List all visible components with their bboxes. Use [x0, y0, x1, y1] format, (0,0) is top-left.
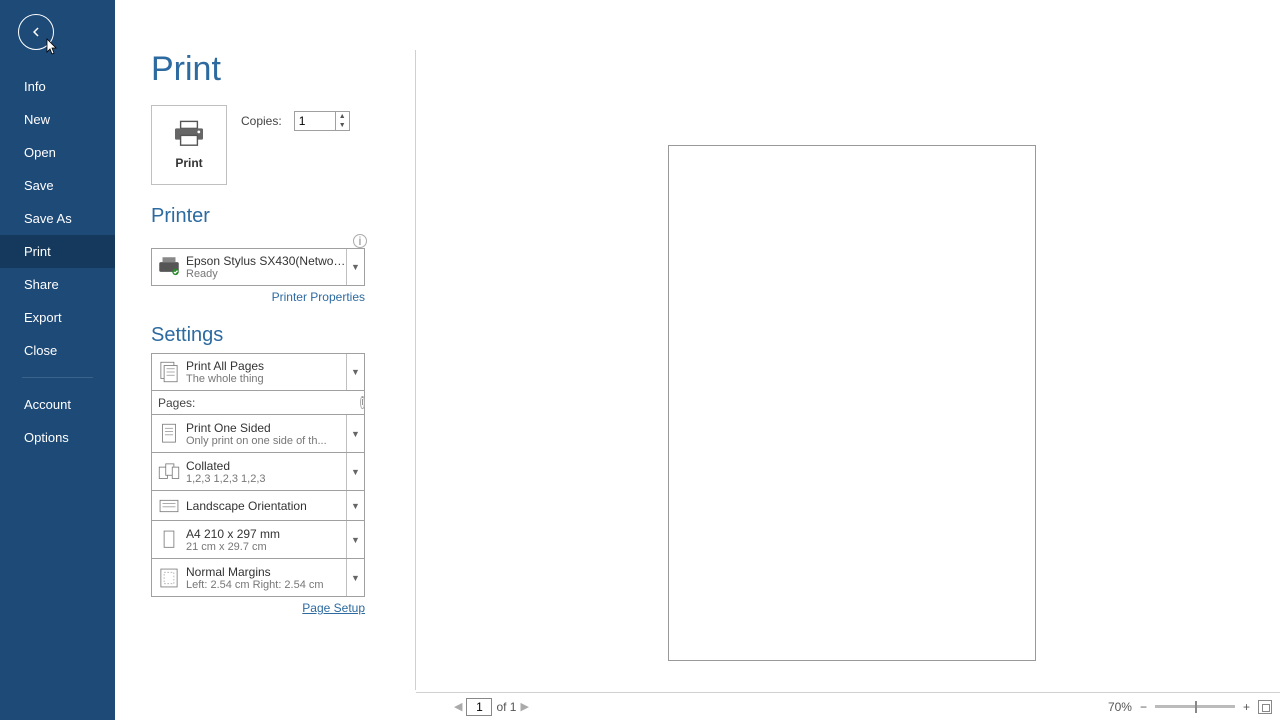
chevron-down-icon: ▼ [346, 559, 364, 596]
print-panel: Print Print Copies: ▲ ▼ Printer i [115, 0, 415, 720]
orientation-dropdown[interactable]: Landscape Orientation ▼ [151, 491, 365, 521]
zoom-value: 70% [1108, 700, 1132, 714]
page-icon [152, 527, 186, 553]
page-total: of 1 [496, 700, 516, 714]
page-heading: Print [151, 50, 415, 89]
chevron-down-icon: ▼ [346, 249, 364, 285]
print-range-dropdown[interactable]: Print All Pages The whole thing ▼ [151, 353, 365, 391]
preview-pane [416, 0, 1280, 690]
pages-row: Pages: i [151, 391, 365, 415]
margins-sub: Left: 2.54 cm Right: 2.54 cm [186, 579, 346, 591]
printer-icon [172, 120, 206, 148]
chevron-down-icon: ▼ [346, 354, 364, 390]
printer-info-icon[interactable]: i [353, 234, 367, 248]
chevron-down-icon: ▼ [346, 521, 364, 558]
print-range-title: Print All Pages [186, 359, 346, 373]
sheet-icon [152, 421, 186, 447]
collate-title: Collated [186, 459, 346, 473]
printer-properties-link[interactable]: Printer Properties [272, 290, 365, 304]
orientation-title: Landscape Orientation [186, 499, 346, 513]
prev-page-button[interactable]: ◀ [454, 700, 462, 713]
copies-label: Copies: [241, 114, 282, 128]
collate-icon [152, 459, 186, 485]
sidebar-item-new[interactable]: New [0, 103, 115, 136]
sides-sub: Only print on one side of th... [186, 435, 346, 447]
zoom-in-button[interactable]: + [1243, 700, 1250, 714]
print-range-sub: The whole thing [186, 373, 346, 385]
copies-spinner[interactable]: ▲ ▼ [294, 111, 350, 131]
sidebar-separator [22, 377, 93, 378]
next-page-button[interactable]: ▶ [520, 700, 528, 713]
margins-title: Normal Margins [186, 565, 346, 579]
chevron-down-icon: ▼ [346, 415, 364, 452]
copies-down[interactable]: ▼ [336, 121, 349, 130]
paper-size-sub: 21 cm x 29.7 cm [186, 541, 346, 553]
collate-dropdown[interactable]: Collated 1,2,3 1,2,3 1,2,3 ▼ [151, 453, 365, 491]
fit-page-button[interactable] [1258, 700, 1272, 714]
margins-dropdown[interactable]: Normal Margins Left: 2.54 cm Right: 2.54… [151, 559, 365, 597]
backstage-sidebar: Info New Open Save Save As Print Share E… [0, 0, 115, 720]
page-number-input[interactable] [466, 698, 492, 716]
sidebar-item-save-as[interactable]: Save As [0, 202, 115, 235]
back-arrow-icon [27, 23, 45, 41]
zoom-slider[interactable] [1155, 705, 1235, 708]
sidebar-menu: Info New Open Save Save As Print Share E… [0, 70, 115, 454]
print-button-label: Print [175, 156, 202, 170]
preview-statusbar: ◀ of 1 ▶ 70% − + [416, 692, 1280, 720]
printer-properties-row: Printer Properties [151, 290, 365, 304]
margins-icon [152, 565, 186, 591]
printer-status: Ready [186, 268, 346, 280]
sides-dropdown[interactable]: Print One Sided Only print on one side o… [151, 415, 365, 453]
page-preview [668, 145, 1036, 661]
printer-device-icon [152, 254, 186, 280]
printer-name: Epson Stylus SX430(Network) [186, 254, 346, 268]
printer-dropdown[interactable]: Epson Stylus SX430(Network) Ready ▼ [151, 248, 365, 286]
print-button[interactable]: Print [151, 105, 227, 185]
pages-info-icon[interactable]: i [360, 396, 364, 409]
sidebar-item-info[interactable]: Info [0, 70, 115, 103]
back-button[interactable] [18, 14, 54, 50]
sidebar-item-print[interactable]: Print [0, 235, 115, 268]
collate-sub: 1,2,3 1,2,3 1,2,3 [186, 473, 346, 485]
settings-heading: Settings [151, 324, 415, 347]
landscape-icon [152, 493, 186, 519]
page-setup-link[interactable]: Page Setup [302, 601, 365, 615]
chevron-down-icon: ▼ [346, 491, 364, 520]
sidebar-item-open[interactable]: Open [0, 136, 115, 169]
sidebar-item-options[interactable]: Options [0, 421, 115, 454]
sidebar-item-share[interactable]: Share [0, 268, 115, 301]
sidebar-item-save[interactable]: Save [0, 169, 115, 202]
sides-title: Print One Sided [186, 421, 346, 435]
page-setup-row: Page Setup [151, 601, 365, 615]
paper-size-title: A4 210 x 297 mm [186, 527, 346, 541]
doc-stack-icon [152, 359, 186, 385]
pages-input[interactable] [203, 393, 358, 413]
sidebar-item-account[interactable]: Account [0, 388, 115, 421]
chevron-down-icon: ▼ [346, 453, 364, 490]
printer-heading: Printer [151, 205, 415, 228]
copies-up[interactable]: ▲ [336, 112, 349, 121]
paper-size-dropdown[interactable]: A4 210 x 297 mm 21 cm x 29.7 cm ▼ [151, 521, 365, 559]
pages-label: Pages: [152, 396, 201, 410]
sidebar-item-close[interactable]: Close [0, 334, 115, 367]
sidebar-item-export[interactable]: Export [0, 301, 115, 334]
copies-input[interactable] [295, 112, 335, 130]
zoom-out-button[interactable]: − [1140, 700, 1147, 714]
